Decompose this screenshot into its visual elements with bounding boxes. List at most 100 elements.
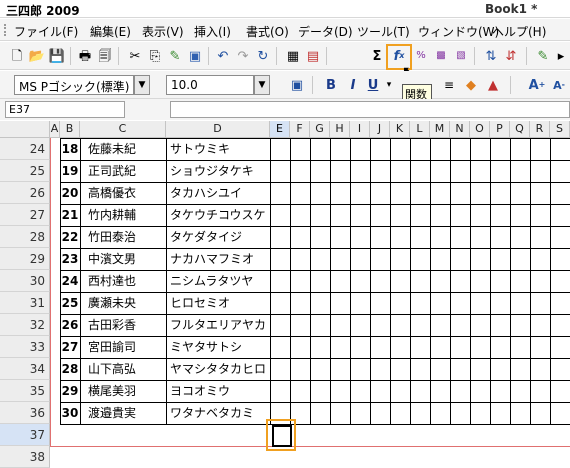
grid-icon[interactable]: ▤ — [304, 47, 322, 65]
font-name-dropdown-icon[interactable]: ▼ — [134, 75, 150, 95]
cell-kana[interactable]: タカハシユイ — [170, 182, 270, 204]
row-header[interactable]: 34 — [0, 358, 50, 380]
print-icon[interactable]: 🖶 — [76, 47, 94, 65]
number-format-icon[interactable]: % — [412, 47, 430, 65]
cell-kana[interactable]: ニシムラタツヤ — [170, 270, 270, 292]
cell-number[interactable]: 24 — [60, 270, 80, 292]
row-header[interactable]: 28 — [0, 226, 50, 248]
cell-number[interactable]: 19 — [60, 160, 80, 182]
column-header-s[interactable]: S — [550, 121, 570, 138]
cell-kana[interactable]: ショウジタケキ — [170, 160, 270, 182]
font-size-select[interactable]: 10.0 — [166, 75, 254, 95]
column-header-c[interactable]: C — [80, 121, 166, 138]
cell-name[interactable]: 西村達也 — [88, 270, 166, 292]
cell-number[interactable]: 26 — [60, 314, 80, 336]
more-icon[interactable]: ▸ — [552, 47, 570, 65]
cell-kana[interactable]: タケウチコウスケ — [170, 204, 270, 226]
column-header-h[interactable]: H — [330, 121, 350, 138]
select-all-corner[interactable] — [0, 121, 50, 138]
row-header[interactable]: 36 — [0, 402, 50, 424]
save-icon[interactable]: 💾 — [48, 47, 66, 65]
undo-icon[interactable]: ↶ — [214, 47, 232, 65]
row-header[interactable]: 30 — [0, 270, 50, 292]
name-box[interactable]: E37 — [5, 101, 125, 118]
edit-icon[interactable]: ✎ — [534, 47, 552, 65]
cell-kana[interactable]: ミヤタサトシ — [170, 336, 270, 358]
cell-style-icon[interactable]: ▩ — [432, 47, 450, 65]
cell-number[interactable]: 22 — [60, 226, 80, 248]
column-header-o[interactable]: O — [470, 121, 490, 138]
menu-help[interactable]: ヘルプ(H) — [492, 23, 546, 40]
column-header-f[interactable]: F — [290, 121, 310, 138]
cell-number[interactable]: 25 — [60, 292, 80, 314]
open-folder-icon[interactable]: 📂 — [28, 47, 46, 65]
print-preview-icon[interactable]: 🗐 — [96, 47, 114, 65]
column-header-e[interactable]: E — [270, 121, 290, 138]
row-header[interactable]: 24 — [0, 138, 50, 160]
cell-name[interactable]: 竹田泰治 — [88, 226, 166, 248]
cell-kana[interactable]: フルタエリアヤカ — [170, 314, 270, 336]
column-header-k[interactable]: K — [390, 121, 410, 138]
repeat-icon[interactable]: ↻ — [254, 47, 272, 65]
sort-desc-icon[interactable]: ⇵ — [502, 47, 520, 65]
cell-number[interactable]: 30 — [60, 402, 80, 424]
paste-icon[interactable]: ▣ — [186, 47, 204, 65]
row-header[interactable]: 33 — [0, 336, 50, 358]
cell-name[interactable]: 渡邉貴実 — [88, 402, 166, 424]
column-header-p[interactable]: P — [490, 121, 510, 138]
sum-icon[interactable]: Σ — [368, 47, 386, 65]
align-left-icon[interactable]: ≡ — [440, 76, 458, 94]
bold-icon[interactable]: B — [322, 76, 340, 94]
copy-icon[interactable]: ⎘ — [146, 47, 164, 65]
cell-name[interactable]: 佐藤未紀 — [88, 138, 166, 160]
column-header-l[interactable]: L — [410, 121, 430, 138]
column-header-i[interactable]: I — [350, 121, 370, 138]
column-header-m[interactable]: M — [430, 121, 450, 138]
cell-kana[interactable]: ヤマシタタカヒロ — [170, 358, 270, 380]
underline-dropdown-icon[interactable]: ▾ — [380, 76, 398, 94]
row-header[interactable]: 27 — [0, 204, 50, 226]
cell-number[interactable]: 18 — [60, 138, 80, 160]
column-header-d[interactable]: D — [166, 121, 270, 138]
cell-kana[interactable]: タケダタイジ — [170, 226, 270, 248]
row-header[interactable]: 31 — [0, 292, 50, 314]
cell-kana[interactable]: ワタナベタカミ — [170, 402, 270, 424]
row-header[interactable]: 38 — [0, 446, 50, 468]
menu-view[interactable]: 表示(V) — [142, 23, 184, 40]
font-name-select[interactable]: MS Pゴシック(標準) — [14, 75, 134, 95]
cell-number[interactable]: 21 — [60, 204, 80, 226]
cell-kana[interactable]: ナカハマフミオ — [170, 248, 270, 270]
column-header-j[interactable]: J — [370, 121, 390, 138]
menu-insert[interactable]: 挿入(I) — [194, 23, 231, 40]
cell-name[interactable]: 中濱文男 — [88, 248, 166, 270]
cell-kana[interactable]: サトウミキ — [170, 138, 270, 160]
increase-font-icon[interactable]: A + — [528, 76, 546, 94]
cell-name[interactable]: 高橋優衣 — [88, 182, 166, 204]
decrease-font-icon[interactable]: A- — [550, 76, 568, 94]
spreadsheet-grid[interactable] — [0, 121, 570, 468]
column-header-n[interactable]: N — [450, 121, 470, 138]
cell-number[interactable]: 20 — [60, 182, 80, 204]
row-header[interactable]: 26 — [0, 182, 50, 204]
menu-edit[interactable]: 編集(E) — [90, 23, 131, 40]
menu-tools[interactable]: ツール(T) — [357, 23, 410, 40]
row-header[interactable]: 29 — [0, 248, 50, 270]
column-header-g[interactable]: G — [310, 121, 330, 138]
borders-icon[interactable]: ▦ — [284, 47, 302, 65]
new-file-icon[interactable]: 🗋 — [8, 47, 26, 65]
cell-name[interactable]: 正司武紀 — [88, 160, 166, 182]
column-header-r[interactable]: R — [530, 121, 550, 138]
menu-file[interactable]: ファイル(F) — [14, 23, 78, 40]
cell-name[interactable]: 横尾美羽 — [88, 380, 166, 402]
cut-icon[interactable]: ✂ — [126, 47, 144, 65]
cell-number[interactable]: 28 — [60, 358, 80, 380]
cell-kana[interactable]: ヒロセミオ — [170, 292, 270, 314]
cell-number[interactable]: 23 — [60, 248, 80, 270]
formula-input[interactable] — [170, 101, 570, 118]
menu-data[interactable]: データ(D) — [298, 23, 353, 40]
column-header-a[interactable]: A — [50, 121, 60, 138]
cell-number[interactable]: 27 — [60, 336, 80, 358]
cell-name[interactable]: 竹内耕輔 — [88, 204, 166, 226]
cell-name[interactable]: 山下高弘 — [88, 358, 166, 380]
column-header-q[interactable]: Q — [510, 121, 530, 138]
